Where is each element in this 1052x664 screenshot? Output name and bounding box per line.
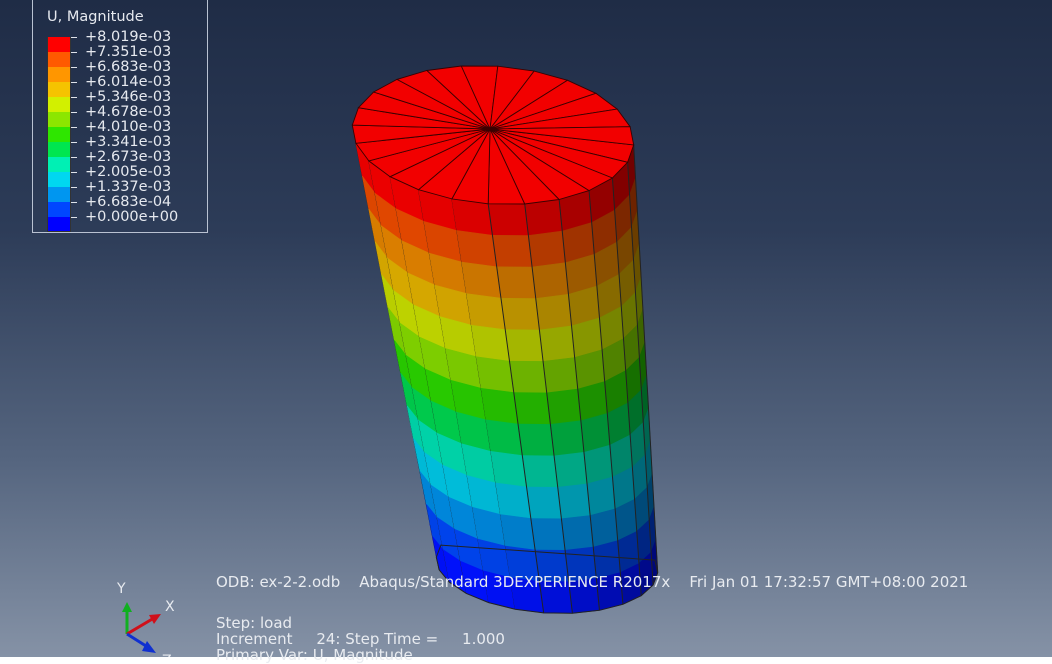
contour-band-face <box>589 508 619 548</box>
contour-band-face <box>535 293 572 331</box>
contour-band-face <box>561 515 594 551</box>
legend-value: +4.678e-03 <box>85 104 172 120</box>
legend-value: +2.673e-03 <box>85 149 172 165</box>
legend-value: +7.351e-03 <box>85 44 172 60</box>
contour-band-face <box>592 540 621 580</box>
contour-band-face <box>487 203 529 236</box>
x-axis-arrow <box>126 616 155 636</box>
contour-band-face <box>542 357 579 394</box>
contour-band-face <box>550 420 585 457</box>
contour-band-face <box>509 577 544 614</box>
contour-band-face <box>495 482 532 519</box>
legend-value: +3.341e-03 <box>85 134 172 150</box>
legend-swatch <box>47 157 71 172</box>
contour-band-face <box>509 360 548 394</box>
contour-band-face <box>475 356 515 393</box>
contour-band-face <box>526 486 562 520</box>
y-axis-head <box>122 602 132 612</box>
legend-value: +1.337e-03 <box>85 179 172 195</box>
contour-band-face <box>492 234 533 268</box>
z-axis-head <box>142 641 156 653</box>
legend-value: +6.683e-03 <box>85 59 172 75</box>
contour-band-face <box>496 266 537 299</box>
legend-value: +2.005e-03 <box>85 164 172 180</box>
contour-band-face <box>530 518 566 551</box>
legend-title: U, Magnitude <box>47 9 144 25</box>
contour-band-face <box>466 293 506 331</box>
contour-band-face <box>596 572 624 611</box>
legend-value: +6.014e-03 <box>85 74 172 90</box>
contour-band-face <box>539 325 576 362</box>
legend-swatch <box>47 187 71 202</box>
contour-band-face <box>504 329 544 362</box>
legend-value: +0.000e+00 <box>85 209 179 225</box>
contour-band-face <box>528 230 566 268</box>
contour-band-face <box>485 419 523 456</box>
legend-value: +4.010e-03 <box>85 119 172 135</box>
legend-swatch <box>47 172 71 187</box>
contour-band-face <box>471 324 510 362</box>
z-axis-arrow <box>126 632 147 648</box>
contour-band-face <box>451 198 493 236</box>
legend-swatch <box>47 97 71 112</box>
contour-band-face <box>553 451 588 488</box>
contour-band-face <box>500 297 540 331</box>
contour-band-face <box>557 483 591 520</box>
legend-swatch <box>47 142 71 157</box>
legend-swatch <box>47 37 71 52</box>
contour-legend: U, Magnitude +8.019e-03 +7.351e-03 +6.68… <box>32 0 208 233</box>
contour-band-face <box>513 392 551 425</box>
legend-swatch <box>47 112 71 127</box>
legend-value: +6.683e-04 <box>85 194 172 210</box>
contour-band-face <box>539 581 573 614</box>
contour-band-face <box>480 387 519 425</box>
y-axis-label: Y <box>116 581 126 597</box>
viewport[interactable]: U, Magnitude +8.019e-03 +7.351e-03 +6.68… <box>0 0 1052 663</box>
legend-swatch <box>47 67 71 82</box>
legend-swatch <box>47 217 71 232</box>
contour-band-face <box>568 578 600 614</box>
contour-band-face <box>490 451 527 488</box>
legend-swatch <box>47 52 71 67</box>
contour-band-face <box>461 261 502 299</box>
legend-swatch <box>47 82 71 97</box>
legend-value: +8.019e-03 <box>85 29 172 45</box>
z-axis-label: Z <box>162 653 172 657</box>
contour-band-face <box>500 514 536 551</box>
contour-band-face <box>534 549 570 583</box>
legend-rows: +8.019e-03 +7.351e-03 +6.683e-03 +6.014e… <box>47 29 207 232</box>
legend-value: +5.346e-03 <box>85 89 172 105</box>
coordinate-triad-icon: Y X Z <box>116 581 175 657</box>
contour-band-face <box>531 262 569 299</box>
x-axis-label: X <box>165 599 175 615</box>
legend-swatch <box>47 127 71 142</box>
contour-band-face <box>521 455 559 488</box>
legend-swatch <box>47 202 71 217</box>
contour-band-face <box>456 230 498 268</box>
contour-band-face <box>546 388 582 425</box>
contour-band-face <box>564 546 597 583</box>
contour-band-face <box>524 199 563 236</box>
legend-row: +0.000e+00 <box>47 209 207 232</box>
contour-band-face <box>517 423 555 457</box>
